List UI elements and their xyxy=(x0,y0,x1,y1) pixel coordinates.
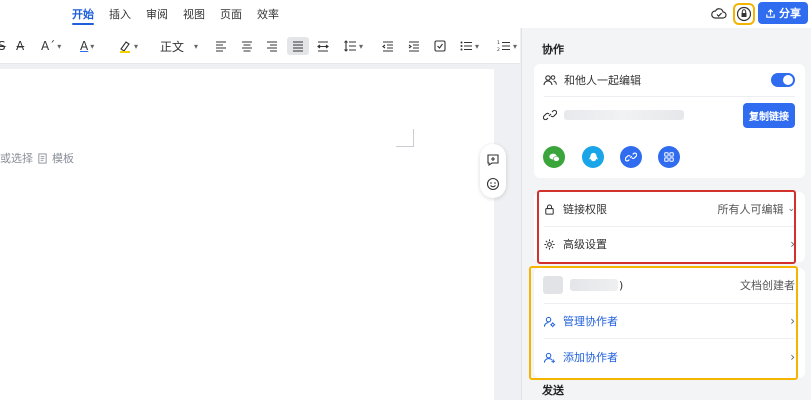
qq-icon[interactable] xyxy=(582,146,604,168)
share-icon xyxy=(766,8,775,18)
font-size-icon[interactable]: Aˊ ▾ xyxy=(41,37,61,55)
top-menubar: 开始 插入 审阅 视图 页面 效率 分享 xyxy=(0,0,811,28)
menu-page[interactable]: 页面 xyxy=(220,6,242,22)
template-icon xyxy=(38,152,47,164)
highlight-box-collaborators xyxy=(529,266,798,380)
paragraph-style-select[interactable]: 正文 ▾ xyxy=(160,37,198,55)
format-toolbar: S̶ A̶ Aˊ ▾ A ▾ ▾ 正文 ▾ ▾ ▾ 1 2 ▾ xyxy=(0,28,520,64)
copy-link-button[interactable]: 复制链接 xyxy=(743,102,795,128)
menu-review[interactable]: 审阅 xyxy=(146,6,168,22)
share-label: 分享 xyxy=(779,7,801,20)
justify-icon[interactable] xyxy=(287,37,309,55)
align-center-icon[interactable] xyxy=(240,37,254,55)
line-spacing-icon[interactable]: ▾ xyxy=(343,37,363,55)
active-menu-indicator xyxy=(72,23,94,25)
document-area: 或选择 模板 xyxy=(0,65,520,400)
collab-title: 协作 xyxy=(542,43,564,56)
distributed-align-icon[interactable] xyxy=(316,37,330,55)
qrcode-icon[interactable] xyxy=(658,146,680,168)
page-margin-mark xyxy=(396,129,414,147)
highlight-box-permission xyxy=(537,190,796,264)
strikethrough-icon[interactable]: S̶ xyxy=(0,37,6,55)
users-icon xyxy=(543,75,557,86)
numbered-list-icon[interactable]: 1 2 ▾ xyxy=(497,37,517,55)
share-link-redacted xyxy=(564,110,684,120)
paragraph-style-label: 正文 xyxy=(160,39,185,54)
increase-indent-icon[interactable] xyxy=(407,37,421,55)
floating-tools xyxy=(480,144,506,198)
collaboration-lock-button[interactable] xyxy=(733,3,755,25)
wechat-icon[interactable] xyxy=(543,146,565,168)
lock-user-icon xyxy=(736,6,752,22)
menu-view[interactable]: 视图 xyxy=(183,6,205,22)
svg-text:2: 2 xyxy=(497,47,500,53)
copy-link-circle-icon[interactable] xyxy=(620,146,642,168)
cloud-sync-icon[interactable] xyxy=(711,7,727,21)
divider xyxy=(544,96,795,97)
align-right-icon[interactable] xyxy=(265,37,279,55)
share-link-row: 复制链接 xyxy=(534,100,805,130)
link-icon xyxy=(543,109,557,121)
hint-prefix: 或选择 xyxy=(0,152,33,165)
share-button[interactable]: 分享 xyxy=(758,2,808,24)
template-hint: 或选择 模板 xyxy=(0,150,74,166)
template-link[interactable]: 模板 xyxy=(52,150,74,166)
edit-with-others-toggle[interactable] xyxy=(771,73,795,87)
highlight-icon[interactable]: ▾ xyxy=(118,37,138,55)
menu-start[interactable]: 开始 xyxy=(72,6,94,22)
bullet-list-icon[interactable]: ▾ xyxy=(459,37,479,55)
decrease-indent-icon[interactable] xyxy=(381,37,395,55)
menu-insert[interactable]: 插入 xyxy=(109,6,131,22)
add-comment-icon[interactable] xyxy=(486,153,500,167)
svg-text:1: 1 xyxy=(497,40,500,46)
emoji-icon[interactable] xyxy=(486,177,500,191)
align-left-icon[interactable] xyxy=(214,37,228,55)
font-color-button[interactable]: A ▾ xyxy=(80,37,94,55)
send-section-title: 发送 xyxy=(542,384,564,397)
text-effect-icon[interactable]: A̶ xyxy=(16,37,24,55)
menu-efficiency[interactable]: 效率 xyxy=(257,6,279,22)
checkbox-list-icon[interactable] xyxy=(433,37,447,55)
edit-with-others-row: 和他人一起编辑 xyxy=(534,64,805,96)
edit-with-others-label: 和他人一起编辑 xyxy=(564,74,641,87)
document-page[interactable]: 或选择 模板 xyxy=(0,69,494,400)
